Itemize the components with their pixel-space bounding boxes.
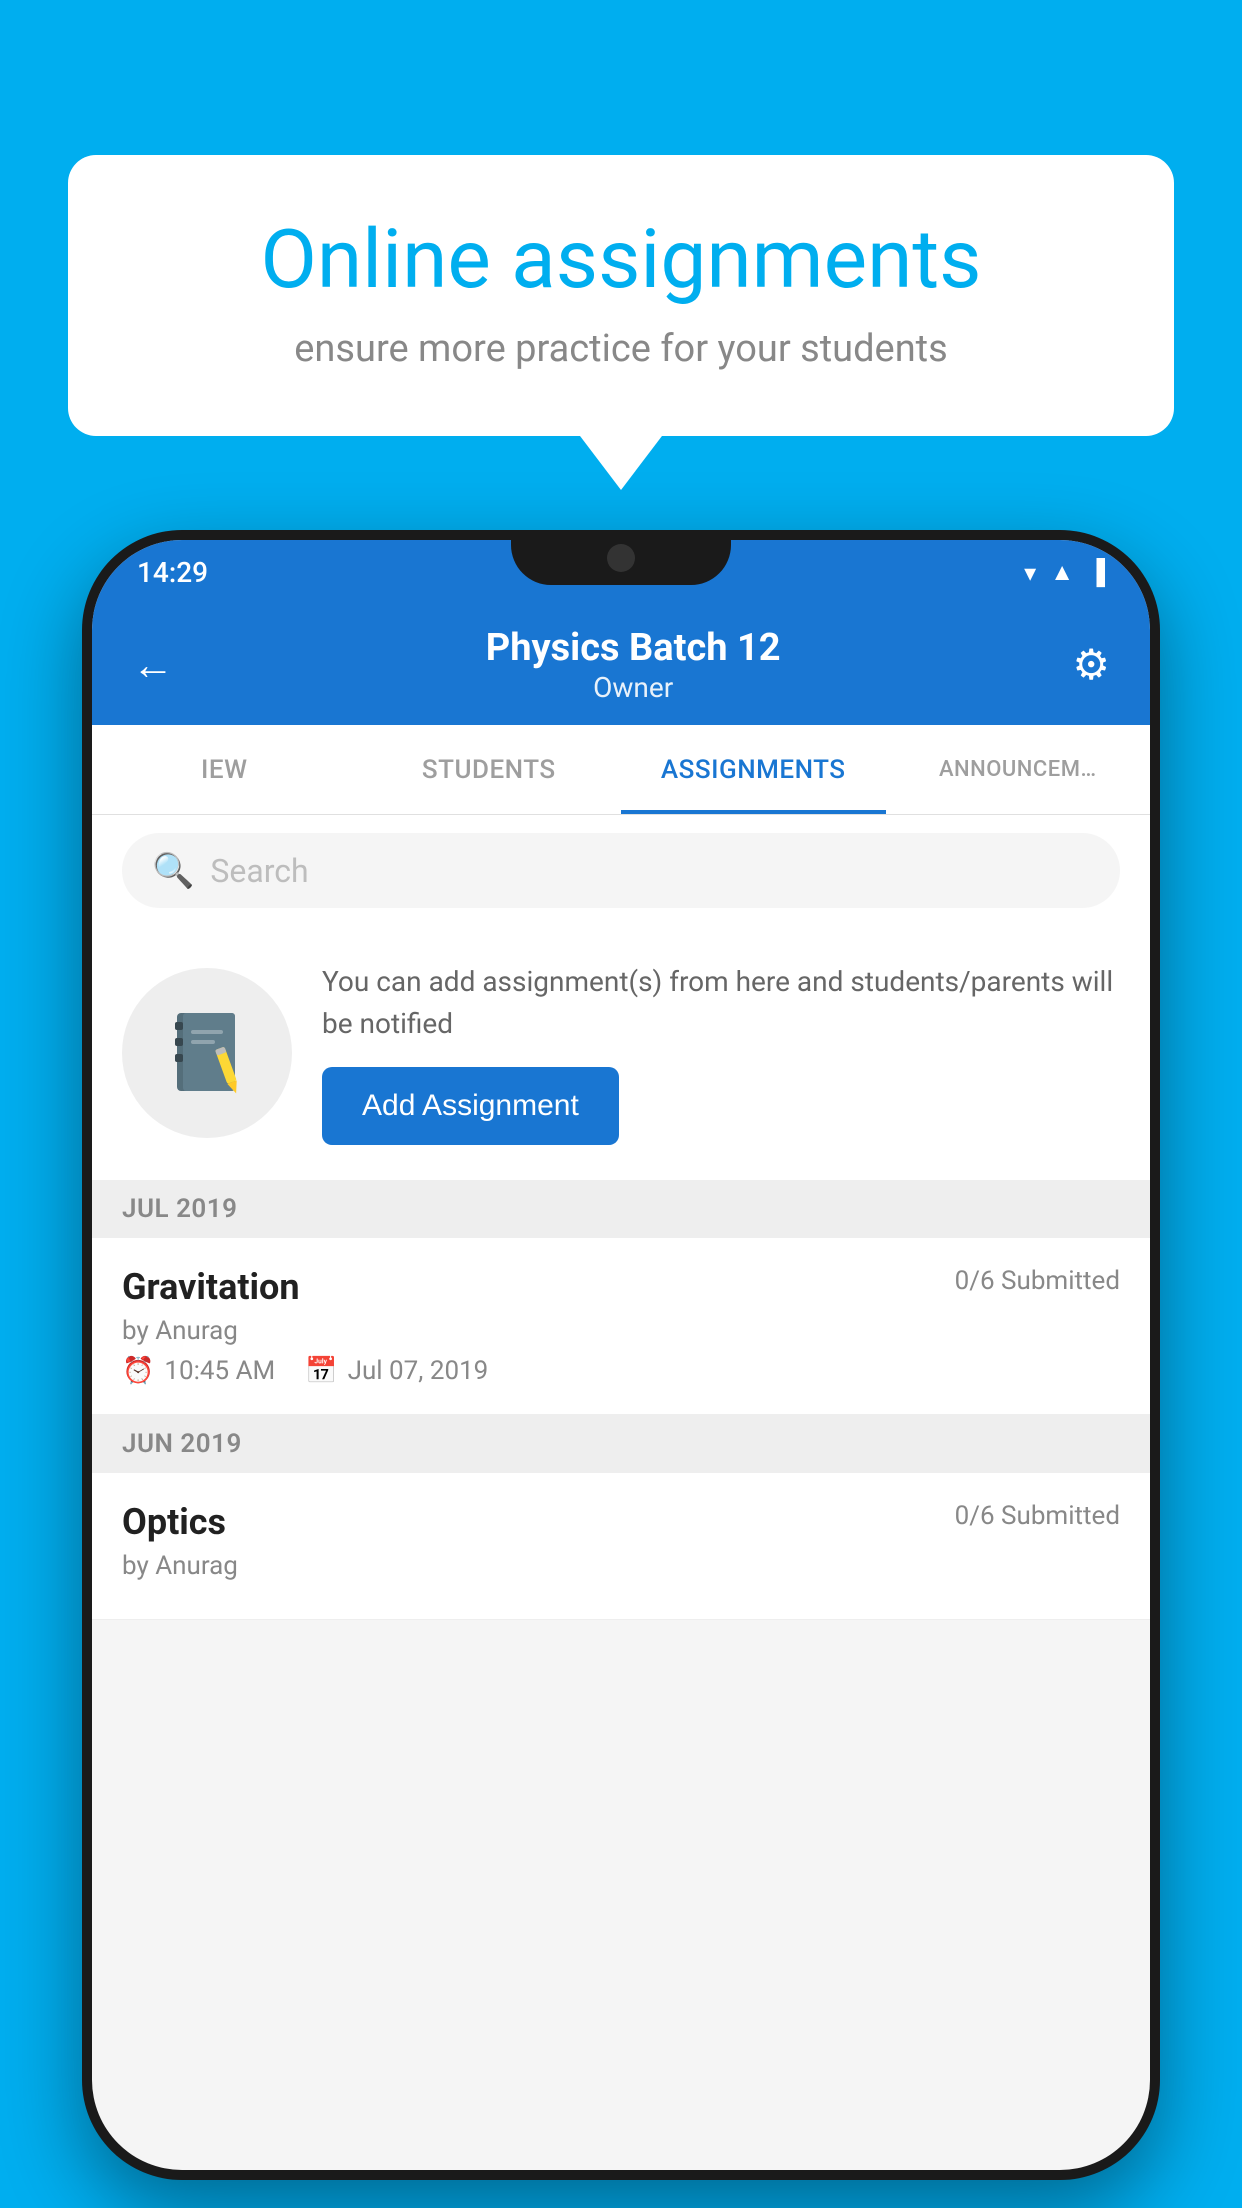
notebook-icon (167, 1008, 247, 1098)
promo-icon-circle (122, 968, 292, 1138)
assignment-author-gravitation: by Anurag (122, 1316, 1120, 1346)
signal-icon: ▲ (1050, 558, 1074, 587)
meta-date: 📅 Jul 07, 2019 (305, 1356, 488, 1386)
app-bar-title-container: Physics Batch 12 Owner (194, 626, 1072, 705)
speech-bubble-container: Online assignments ensure more practice … (68, 155, 1174, 436)
assignment-submitted-optics: 0/6 Submitted (955, 1501, 1120, 1531)
phone-notch (511, 530, 731, 585)
phone-camera (607, 544, 635, 572)
assignment-title-optics: Optics (122, 1501, 226, 1543)
tab-students[interactable]: STUDENTS (357, 725, 622, 814)
app-bar: ← Physics Batch 12 Owner ⚙ (92, 605, 1150, 725)
promo-card: You can add assignment(s) from here and … (92, 926, 1150, 1180)
status-icons: ▾ ▲ ▐ (1024, 558, 1105, 587)
add-assignment-button[interactable]: Add Assignment (322, 1067, 619, 1145)
search-bar[interactable]: 🔍 Search (122, 833, 1120, 908)
assignment-time: 10:45 AM (164, 1356, 275, 1386)
battery-icon: ▐ (1088, 558, 1105, 587)
search-input[interactable]: Search (210, 852, 308, 890)
tab-assignments[interactable]: ASSIGNMENTS (621, 725, 886, 814)
settings-button[interactable]: ⚙ (1072, 640, 1110, 690)
assignment-meta-gravitation: ⏰ 10:45 AM 📅 Jul 07, 2019 (122, 1356, 1120, 1386)
tab-announcements[interactable]: ANNOUNCEM… (886, 725, 1151, 814)
tabs-container: IEW STUDENTS ASSIGNMENTS ANNOUNCEM… (92, 725, 1150, 815)
app-bar-subtitle: Owner (194, 671, 1072, 704)
assignment-author-optics: by Anurag (122, 1551, 1120, 1581)
promo-description: You can add assignment(s) from here and … (322, 961, 1120, 1045)
speech-bubble: Online assignments ensure more practice … (68, 155, 1174, 436)
phone-container: 14:29 ▾ ▲ ▐ ← Physics Batch 12 Owner ⚙ (82, 530, 1160, 2180)
meta-time: ⏰ 10:45 AM (122, 1356, 275, 1386)
calendar-icon: 📅 (305, 1356, 337, 1386)
assignment-header-optics: Optics 0/6 Submitted (122, 1501, 1120, 1543)
back-button[interactable]: ← (132, 641, 174, 690)
speech-bubble-subtitle: ensure more practice for your students (148, 327, 1094, 371)
assignment-item-optics[interactable]: Optics 0/6 Submitted by Anurag (92, 1473, 1150, 1620)
clock-icon: ⏰ (122, 1356, 154, 1386)
tab-iew[interactable]: IEW (92, 725, 357, 814)
wifi-icon: ▾ (1024, 559, 1036, 587)
search-icon: 🔍 (152, 851, 194, 891)
speech-bubble-title: Online assignments (148, 215, 1094, 305)
status-time: 14:29 (137, 556, 208, 589)
assignment-header: Gravitation 0/6 Submitted (122, 1266, 1120, 1308)
assignment-date: Jul 07, 2019 (348, 1356, 489, 1386)
search-container: 🔍 Search (92, 815, 1150, 926)
promo-text-area: You can add assignment(s) from here and … (322, 961, 1120, 1145)
section-header-jul2019: JUL 2019 (92, 1180, 1150, 1238)
phone-screen: 14:29 ▾ ▲ ▐ ← Physics Batch 12 Owner ⚙ (92, 540, 1150, 2170)
assignment-submitted-gravitation: 0/6 Submitted (955, 1266, 1120, 1296)
assignment-item-gravitation[interactable]: Gravitation 0/6 Submitted by Anurag ⏰ 10… (92, 1238, 1150, 1415)
phone-frame: 14:29 ▾ ▲ ▐ ← Physics Batch 12 Owner ⚙ (82, 530, 1160, 2180)
app-bar-title: Physics Batch 12 (194, 626, 1072, 672)
section-header-jun2019: JUN 2019 (92, 1415, 1150, 1473)
assignment-title-gravitation: Gravitation (122, 1266, 300, 1308)
